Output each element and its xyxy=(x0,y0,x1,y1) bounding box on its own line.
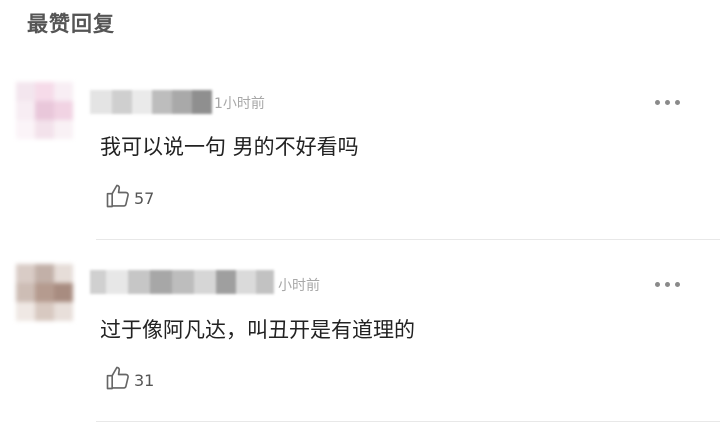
like-count: 57 xyxy=(134,188,155,208)
comment-text: 我可以说一句 男的不好看吗 xyxy=(100,135,359,159)
thumbs-up-icon xyxy=(104,182,132,214)
username-pixelated[interactable] xyxy=(90,270,274,294)
divider xyxy=(96,421,720,422)
comment-time: 小时前 xyxy=(278,278,320,294)
more-dots-icon[interactable] xyxy=(652,274,682,294)
thumbs-up-icon xyxy=(104,364,132,396)
avatar[interactable] xyxy=(16,264,74,322)
username-pixelated[interactable] xyxy=(90,90,212,114)
divider xyxy=(96,239,720,240)
comment-text: 过于像阿凡达，叫丑开是有道理的 xyxy=(100,318,415,342)
like-count: 31 xyxy=(134,370,155,390)
like-button[interactable]: 31 xyxy=(104,364,154,396)
more-dots-icon[interactable] xyxy=(652,92,682,112)
like-button[interactable]: 57 xyxy=(104,182,154,214)
section-title: 最赞回复 xyxy=(27,12,115,36)
avatar[interactable] xyxy=(16,82,74,140)
comment-time: 1小时前 xyxy=(214,96,265,112)
